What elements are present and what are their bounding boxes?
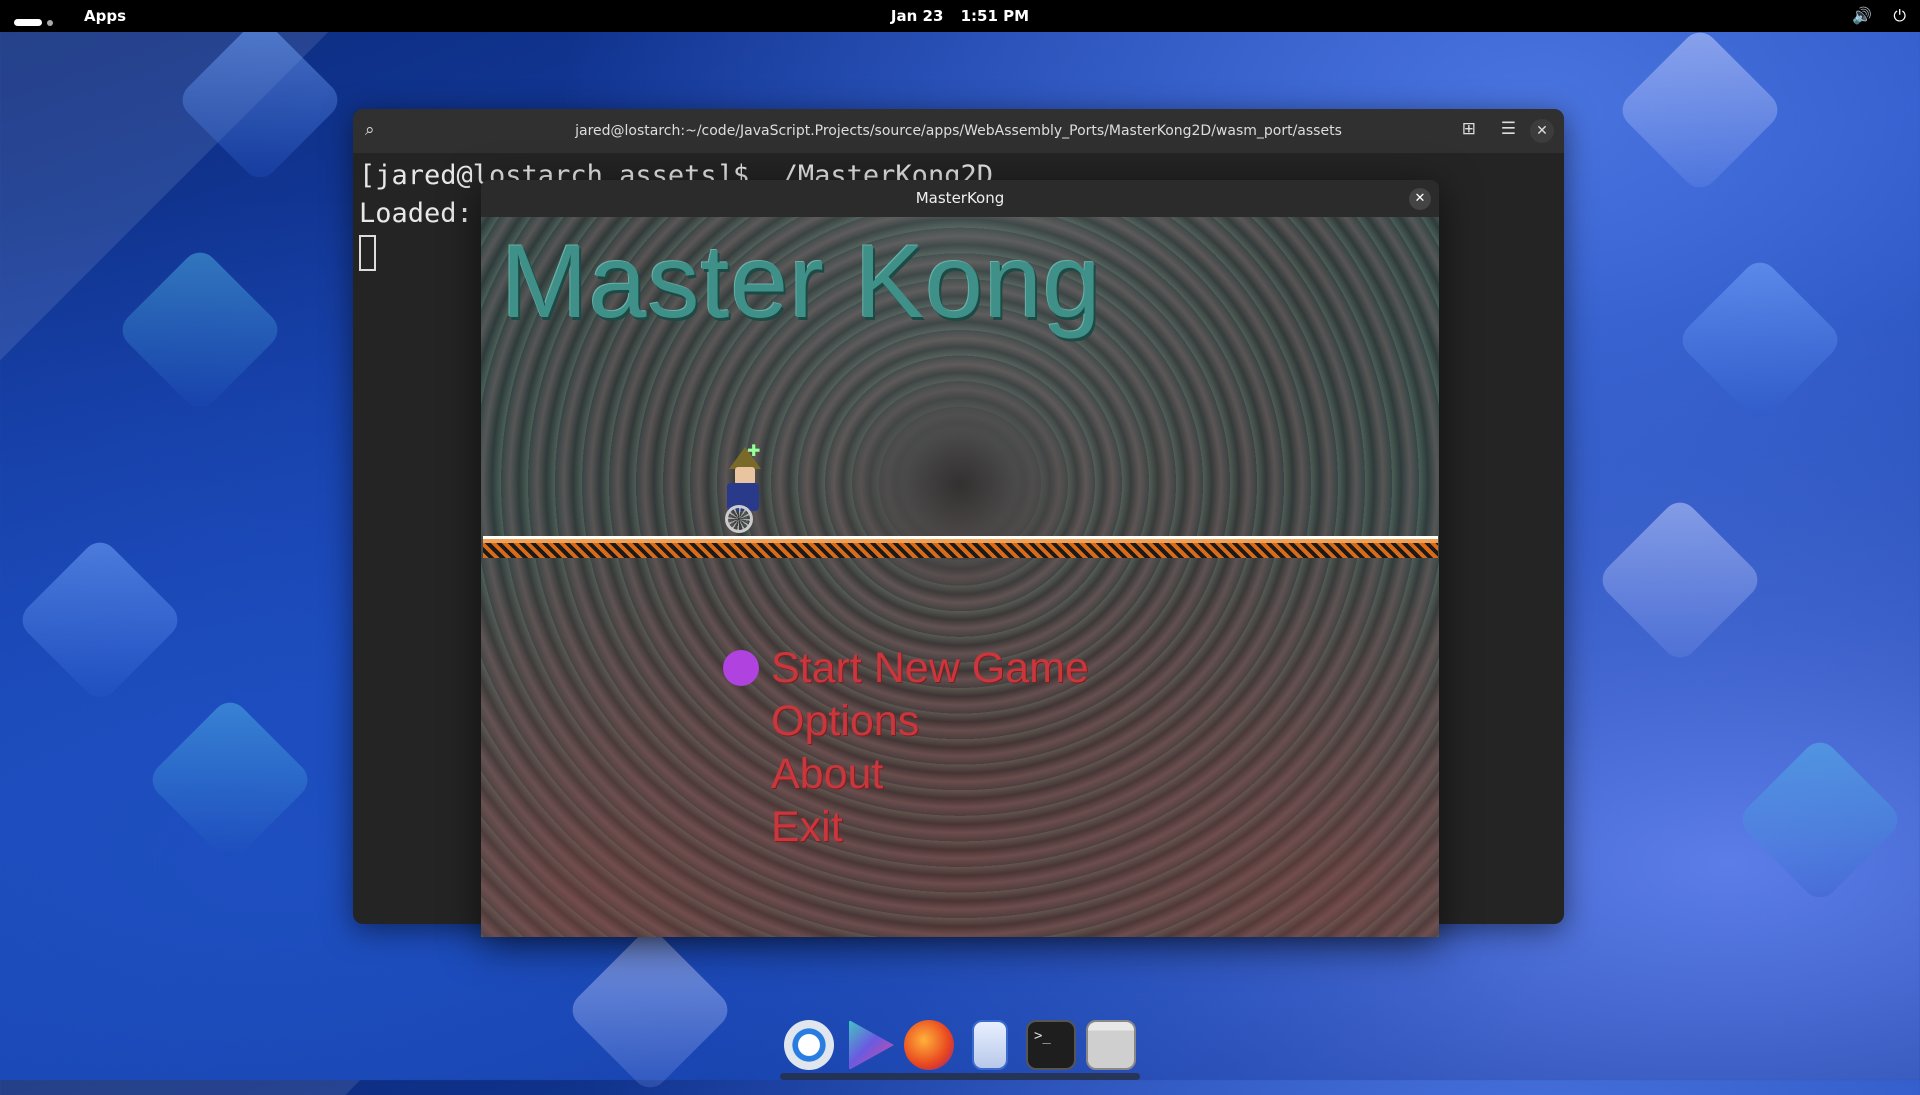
- system-tray[interactable]: 🔊 ⏻: [1836, 6, 1906, 26]
- menu-item-exit[interactable]: Exit: [771, 801, 1089, 854]
- wallpaper-tile: [565, 925, 735, 1095]
- menu-item-label: Exit: [771, 803, 843, 851]
- wallpaper-tile: [175, 15, 345, 185]
- terminal-headerbar[interactable]: ⌕ jared@lostarch:~/code/JavaScript.Proje…: [353, 109, 1564, 153]
- menu-item-about[interactable]: About: [771, 748, 1089, 801]
- game-logo: Master Kong: [501, 224, 1102, 340]
- wallpaper-tile: [1595, 495, 1765, 665]
- new-tab-icon[interactable]: ⊞: [1462, 119, 1476, 139]
- terminal-icon[interactable]: >_: [1026, 1020, 1076, 1070]
- menu-item-label: Options: [771, 697, 920, 745]
- clock-time: 1:51 PM: [960, 7, 1030, 25]
- wallpaper-tile: [1675, 255, 1845, 425]
- menu-item-start-new-game[interactable]: Start New Game: [723, 642, 1089, 695]
- game-titlebar[interactable]: MasterKong ✕: [481, 180, 1439, 217]
- game-window[interactable]: MasterKong ✕ Master Kong ✚ Start New Gam…: [481, 180, 1439, 937]
- game-window-title: MasterKong: [915, 189, 1005, 207]
- top-bar: Apps Jan 23 1:51 PM 🔊 ⏻: [0, 0, 1920, 32]
- wheel-icon: [725, 505, 753, 533]
- terminal-title: jared@lostarch:~/code/JavaScript.Project…: [575, 123, 1342, 139]
- wallpaper-tile: [115, 245, 285, 415]
- files-icon[interactable]: [972, 1020, 1008, 1070]
- main-menu: Start New Game Options About Exit: [723, 642, 1089, 854]
- menu-item-options[interactable]: Options: [771, 695, 1089, 748]
- wallpaper-tile: [1615, 25, 1785, 195]
- game-close-icon[interactable]: ✕: [1409, 188, 1431, 210]
- volume-icon[interactable]: 🔊: [1852, 6, 1872, 25]
- menu-icon[interactable]: ☰: [1501, 119, 1516, 139]
- menu-item-label: About: [771, 750, 884, 798]
- play-store-icon[interactable]: [849, 1020, 894, 1070]
- dock: >_: [778, 1012, 1142, 1080]
- selection-bullet-icon: [723, 650, 759, 686]
- wallpaper-tile: [1735, 735, 1905, 905]
- close-icon[interactable]: ✕: [1530, 119, 1554, 143]
- window-icon[interactable]: [1086, 1020, 1136, 1070]
- clock-date: Jan 23: [890, 7, 944, 25]
- chrome-icon[interactable]: [784, 1020, 834, 1070]
- dock-background: [780, 1073, 1140, 1080]
- wallpaper-tile: [15, 535, 185, 705]
- menu-item-label: Start New Game: [771, 644, 1089, 692]
- terminal-cursor: [359, 234, 376, 271]
- plus-icon: ✚: [747, 441, 761, 460]
- player-sprite: ✚: [719, 441, 769, 537]
- firefox-icon[interactable]: [904, 1020, 954, 1070]
- game-canvas[interactable]: Master Kong ✚ Start New Game Options Abo…: [481, 217, 1439, 937]
- clock[interactable]: Jan 23 1:51 PM: [0, 7, 1920, 25]
- wallpaper-tile: [145, 695, 315, 865]
- power-icon[interactable]: ⏻: [1893, 6, 1906, 25]
- platform: [483, 536, 1438, 558]
